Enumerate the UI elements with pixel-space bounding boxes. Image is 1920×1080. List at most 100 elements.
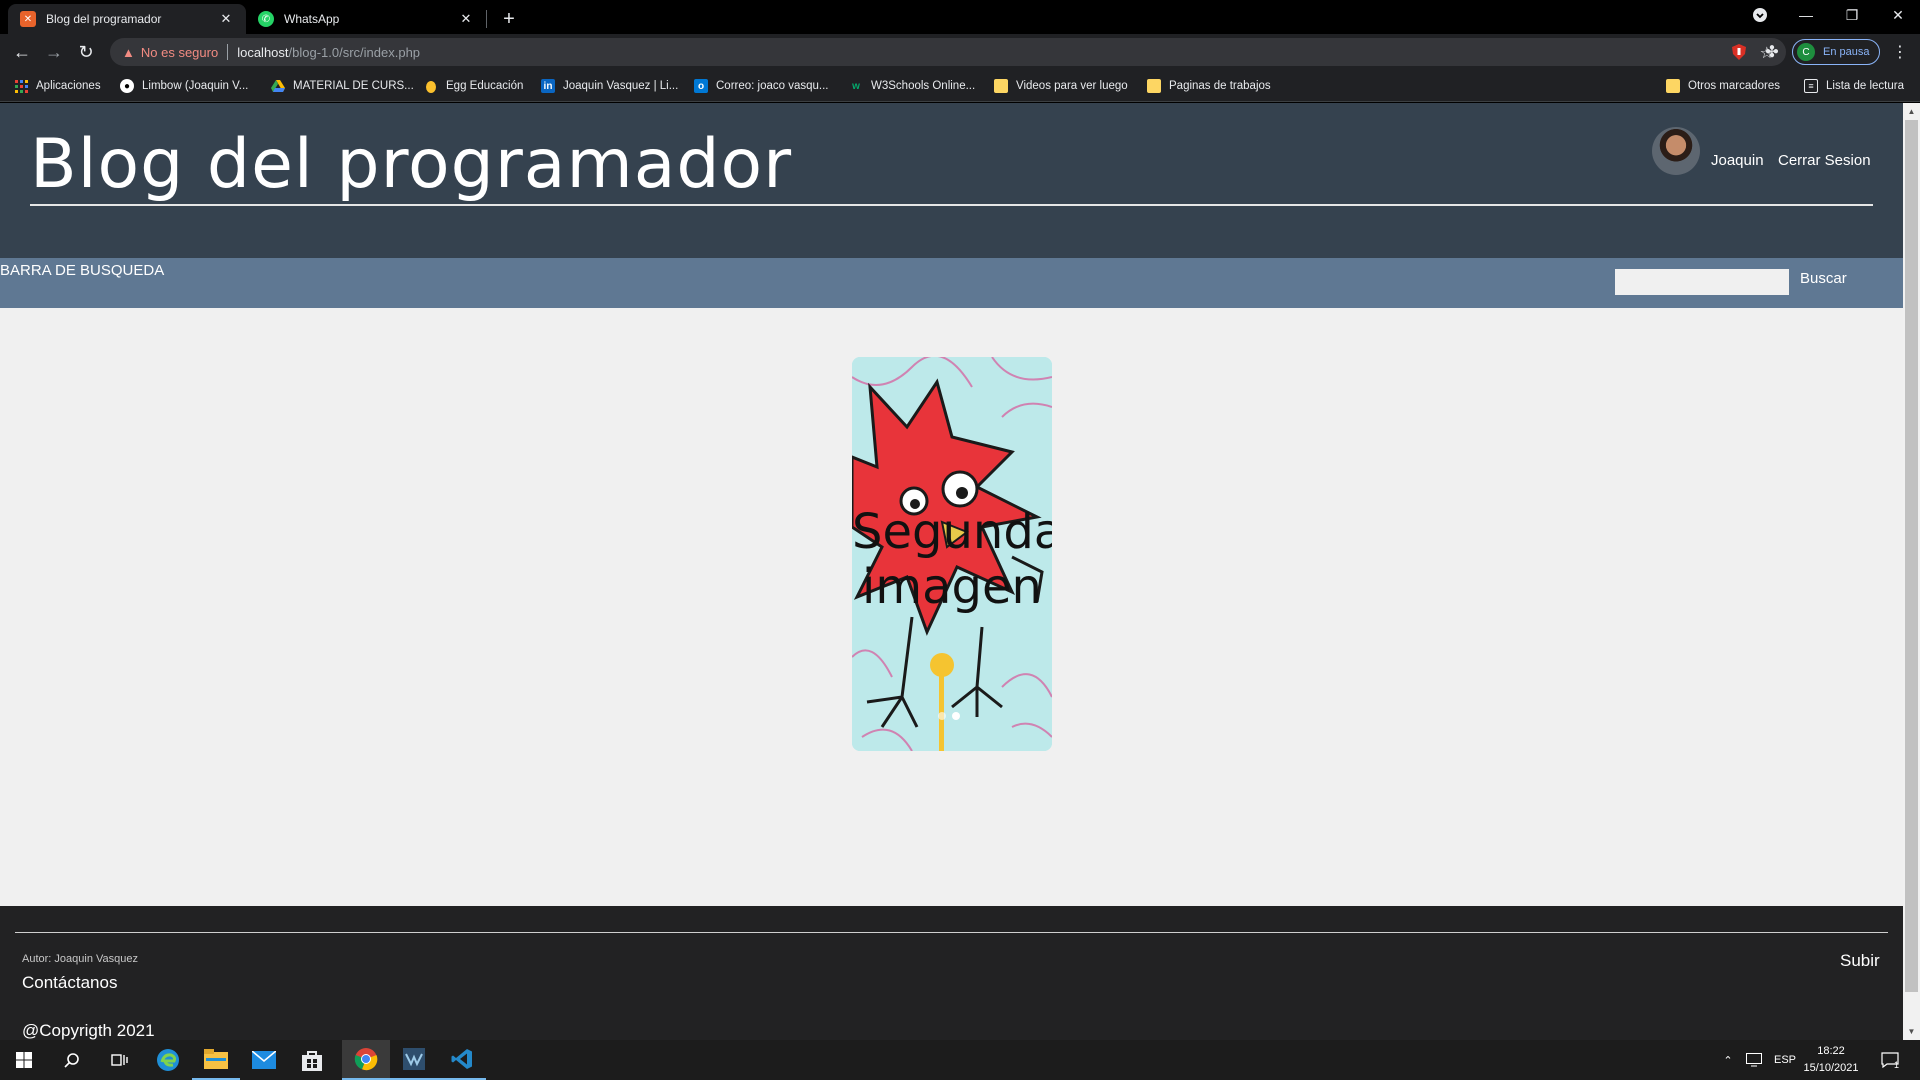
user-name-link[interactable]: Joaquin	[1711, 152, 1764, 169]
scroll-down-icon[interactable]: ▼	[1903, 1023, 1920, 1040]
profile-status: En pausa	[1823, 46, 1870, 58]
bookmark-outlook[interactable]: o Correo: joaco vasqu...	[694, 76, 829, 96]
web-page: Blog del programador Joaquin Cerrar Sesi…	[0, 103, 1903, 1040]
mail-icon[interactable]	[240, 1040, 288, 1080]
file-explorer-icon[interactable]	[192, 1040, 240, 1080]
scrollbar-thumb[interactable]	[1905, 120, 1918, 992]
folder-icon	[1147, 79, 1161, 93]
taskbar: ⌃ ESP 18:22 15/10/2021 1	[0, 1040, 1920, 1080]
bookmarks-bar: Aplicaciones ● Limbow (Joaquin V... MATE…	[0, 70, 1920, 102]
new-tab-button[interactable]: +	[496, 6, 522, 32]
clock-date: 15/10/2021	[1803, 1062, 1859, 1074]
store-icon[interactable]	[288, 1040, 336, 1080]
edge-icon[interactable]	[144, 1040, 192, 1080]
bookmark-other[interactable]: Otros marcadores	[1666, 76, 1780, 96]
clock[interactable]: 18:22 15/10/2021	[1796, 1043, 1866, 1077]
footer-author: Autor: Joaquin Vasquez	[22, 953, 138, 965]
bookmark-label: Paginas de trabajos	[1169, 80, 1271, 92]
reading-list-button[interactable]: ≡ Lista de lectura	[1804, 76, 1904, 96]
bookmark-linkedin[interactable]: in Joaquin Vasquez | Li...	[541, 76, 678, 96]
site-title: Blog del programador	[30, 125, 793, 204]
outlook-icon: o	[694, 79, 708, 93]
tab-divider	[486, 10, 487, 28]
browser-tab-strip: ✕ Blog del programador ✕ ✆ WhatsApp ✕ + …	[0, 0, 1920, 34]
extensions-puzzle-icon[interactable]: ✤	[1762, 42, 1782, 62]
folder-icon	[994, 79, 1008, 93]
network-icon[interactable]	[1742, 1040, 1766, 1080]
browser-toolbar: ← → ↻ ▲ No es seguro localhost /blog-1.0…	[0, 34, 1920, 70]
search-input[interactable]	[1615, 269, 1789, 295]
slide-caption: Segunda imagen	[852, 504, 1052, 615]
minimize-icon[interactable]: —	[1783, 0, 1829, 30]
back-icon[interactable]: ←	[8, 38, 36, 66]
profile-avatar: C	[1797, 43, 1815, 61]
search-button[interactable]: Buscar	[1800, 270, 1847, 287]
clock-time: 18:22	[1817, 1045, 1845, 1057]
bookmark-label: Lista de lectura	[1826, 80, 1904, 92]
bookmark-folder-videos[interactable]: Videos para ver luego	[994, 76, 1128, 96]
extension-shield-icon[interactable]	[1729, 42, 1749, 62]
search-icon[interactable]	[48, 1040, 96, 1080]
url-path: /blog-1.0/src/index.php	[288, 44, 421, 60]
bookmark-label: Egg Educación	[446, 80, 524, 92]
mysql-workbench-icon[interactable]	[390, 1040, 438, 1080]
tab-title: WhatsApp	[284, 12, 340, 26]
bookmark-folder-jobs[interactable]: Paginas de trabajos	[1147, 76, 1271, 96]
tab-title: Blog del programador	[46, 12, 162, 26]
github-icon: ●	[120, 79, 134, 93]
browser-menu-icon[interactable]: ⋮	[1890, 42, 1910, 62]
address-bar[interactable]: ▲ No es seguro localhost /blog-1.0/src/i…	[110, 38, 1786, 66]
tray-overflow-icon[interactable]: ⌃	[1718, 1040, 1738, 1080]
w3schools-icon: w	[852, 80, 860, 92]
reload-icon[interactable]: ↻	[72, 38, 100, 66]
bookmark-label: W3Schools Online...	[871, 80, 976, 92]
windows-start-icon[interactable]	[0, 1040, 48, 1080]
bookmark-drive[interactable]: MATERIAL DE CURS...	[271, 76, 414, 96]
apps-grid-icon	[14, 79, 28, 93]
bookmark-label: Correo: joaco vasqu...	[716, 80, 829, 92]
search-bar-title: BARRA DE BUSQUEDA	[0, 262, 165, 279]
slider-dot[interactable]	[938, 712, 946, 720]
scroll-top-link[interactable]: Subir	[1840, 951, 1880, 971]
egg-icon	[424, 79, 438, 93]
google-drive-icon	[271, 79, 285, 93]
tab-blog[interactable]: ✕ Blog del programador ✕	[8, 4, 246, 34]
restore-icon[interactable]: ❐	[1829, 0, 1875, 30]
contact-link[interactable]: Contáctanos	[22, 973, 117, 993]
close-tab-icon[interactable]: ✕	[458, 11, 474, 27]
logout-link[interactable]: Cerrar Sesion	[1778, 152, 1871, 169]
page-scrollbar[interactable]: ▲ ▼	[1903, 103, 1920, 1040]
scroll-up-icon[interactable]: ▲	[1903, 103, 1920, 120]
notification-count: 1	[1894, 1060, 1900, 1070]
bookmark-w3schools[interactable]: w W3Schools Online...	[849, 76, 975, 96]
address-divider	[227, 44, 229, 60]
bookmark-apps[interactable]: Aplicaciones	[14, 76, 101, 96]
warning-icon: ▲	[122, 44, 135, 60]
chrome-icon[interactable]	[342, 1040, 390, 1080]
forward-icon[interactable]: →	[40, 38, 68, 66]
task-view-icon[interactable]	[96, 1040, 144, 1080]
tab-whatsapp[interactable]: ✆ WhatsApp ✕	[246, 4, 486, 34]
bookmark-label: Limbow (Joaquin V...	[142, 80, 249, 92]
image-slider[interactable]: Segunda imagen	[852, 357, 1052, 751]
bookmark-label: Aplicaciones	[36, 80, 101, 92]
bookmark-label: MATERIAL DE CURS...	[293, 80, 414, 92]
notifications-icon[interactable]: 1	[1872, 1040, 1908, 1080]
bookmark-egg[interactable]: Egg Educación	[424, 76, 523, 96]
reading-list-icon: ≡	[1804, 79, 1818, 93]
profile-button[interactable]: C En pausa	[1792, 39, 1880, 65]
bookmark-github[interactable]: ● Limbow (Joaquin V...	[120, 76, 248, 96]
close-tab-icon[interactable]: ✕	[218, 11, 234, 27]
site-footer: Autor: Joaquin Vasquez Contáctanos @Copy…	[0, 906, 1903, 1040]
avatar[interactable]	[1652, 127, 1700, 175]
bookmark-label: Joaquin Vasquez | Li...	[563, 80, 679, 92]
search-bar: BARRA DE BUSQUEDA Buscar	[0, 258, 1903, 308]
tab-search-icon[interactable]	[1737, 0, 1783, 30]
header-divider	[30, 204, 1873, 206]
slider-indicators	[938, 712, 960, 720]
security-label[interactable]: No es seguro	[141, 45, 218, 60]
slider-dot-active[interactable]	[952, 712, 960, 720]
vscode-icon[interactable]	[438, 1040, 486, 1080]
close-window-icon[interactable]: ✕	[1875, 0, 1920, 30]
linkedin-icon: in	[541, 79, 555, 93]
